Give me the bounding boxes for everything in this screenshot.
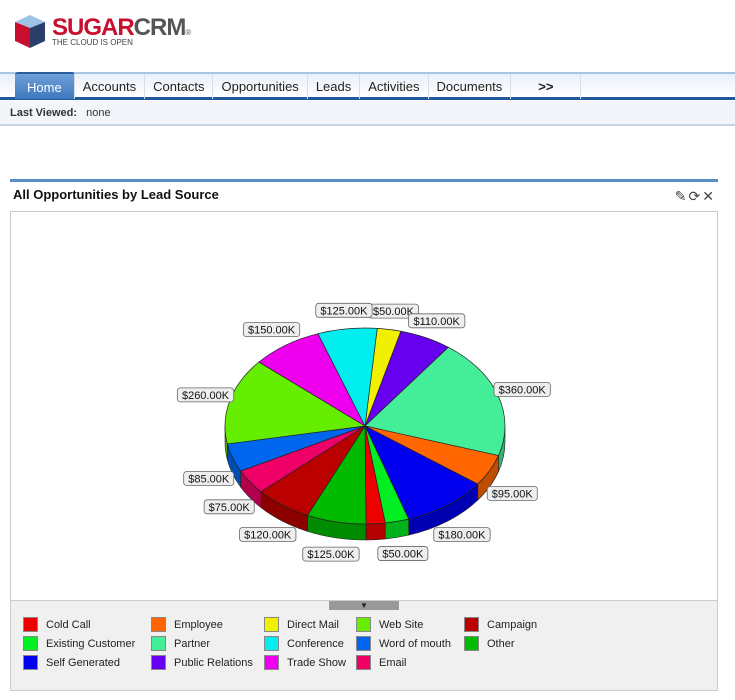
data-label: $110.00K <box>414 316 461 328</box>
legend-label: Partner <box>174 637 211 650</box>
logo-crm: CRM <box>133 14 187 41</box>
legend-swatch <box>356 617 371 632</box>
tab-accounts[interactable]: Accounts <box>75 74 146 99</box>
data-label: $360.00K <box>499 384 547 396</box>
data-label: $260.00K <box>182 390 230 402</box>
legend-swatch <box>356 636 371 651</box>
legend-item: Direct Mail <box>264 617 339 632</box>
tab-activities[interactable]: Activities <box>360 74 429 99</box>
pie-chart: $50.00K$110.00K$360.00K$95.00K$180.00K$5… <box>176 302 551 562</box>
legend-item: Word of mouth <box>356 636 451 651</box>
refresh-icon[interactable]: ⟳ <box>689 188 701 205</box>
legend-item: Self Generated <box>23 655 120 670</box>
legend-label: Cold Call <box>46 618 91 631</box>
legend-swatch <box>23 655 38 670</box>
data-label: $75.00K <box>209 502 251 514</box>
dashlet-title: All Opportunities by Lead Source <box>13 187 219 202</box>
chart-legend: ▼ Cold Call Employee Direct Mail Web Site Ca… <box>11 600 717 690</box>
legend-label: Employee <box>174 618 223 631</box>
legend-label: Other <box>487 637 515 650</box>
legend-item: Campaign <box>464 617 537 632</box>
legend-swatch <box>264 617 279 632</box>
tab-home[interactable]: Home <box>15 72 75 99</box>
close-icon[interactable]: ✕ <box>702 188 714 205</box>
legend-label: Self Generated <box>46 656 120 669</box>
data-label: $125.00K <box>320 305 368 317</box>
legend-swatch <box>23 617 38 632</box>
data-label: $125.00K <box>307 549 355 561</box>
legend-item: Web Site <box>356 617 423 632</box>
data-label: $180.00K <box>438 530 486 542</box>
data-label: $50.00K <box>382 549 424 561</box>
legend-swatch <box>464 617 479 632</box>
edit-icon[interactable]: ✎ <box>675 188 687 205</box>
legend-swatch <box>264 636 279 651</box>
legend-label: Direct Mail <box>287 618 339 631</box>
legend-swatch <box>356 655 371 670</box>
legend-item: Existing Customer <box>23 636 135 651</box>
main-nav: Home Accounts Contacts Opportunities Leads Ac… <box>0 72 735 100</box>
last-viewed-label: Last Viewed: <box>10 107 78 119</box>
chart-area: $50.00K $110.00K $360.00K $95.00K $180.00K $5… <box>10 211 718 691</box>
legend-swatch <box>151 617 166 632</box>
tab-more[interactable]: >> <box>511 74 582 99</box>
legend-label: Conference <box>287 637 344 650</box>
tab-contacts[interactable]: Contacts <box>145 74 214 99</box>
legend-label: Web Site <box>379 618 424 631</box>
tab-opportunities[interactable]: Opportunities <box>213 74 308 99</box>
data-label: $95.00K <box>492 488 534 500</box>
last-viewed-value: none <box>86 107 111 119</box>
legend-label: Email <box>379 656 407 669</box>
legend-label: Campaign <box>487 618 538 631</box>
legend-item: Conference <box>264 636 344 651</box>
dashlet: All Opportunities by Lead Source ✎ ⟳ ✕ $… <box>10 179 718 691</box>
legend-item: Employee <box>151 617 223 632</box>
legend-swatch <box>151 655 166 670</box>
data-label: $150.00K <box>248 325 296 337</box>
legend-item: Cold Call <box>23 617 91 632</box>
legend-item: Other <box>464 636 515 651</box>
legend-label: Existing Customer <box>46 637 136 650</box>
legend-label: Word of mouth <box>379 637 451 650</box>
last-viewed-bar: Last Viewed: none <box>0 101 735 126</box>
legend-label: Public Relations <box>174 656 253 669</box>
legend-swatch <box>464 636 479 651</box>
legend-item: Public Relations <box>151 655 253 670</box>
legend-toggle-handle[interactable]: ▼ <box>329 601 399 610</box>
legend-swatch <box>151 636 166 651</box>
logo-sugar: SUGAR <box>52 14 135 41</box>
data-label: $120.00K <box>244 529 292 541</box>
legend-swatch <box>23 636 38 651</box>
data-label: $85.00K <box>188 473 230 485</box>
logo-cube-icon <box>15 15 45 48</box>
tab-documents[interactable]: Documents <box>429 74 512 99</box>
legend-item: Trade Show <box>264 655 346 670</box>
logo-reg: ® <box>185 28 192 37</box>
legend-item: Partner <box>151 636 210 651</box>
tab-leads[interactable]: Leads <box>308 74 361 99</box>
legend-label: Trade Show <box>287 656 346 669</box>
legend-item: Email <box>356 655 407 670</box>
pie-slice-side <box>365 522 386 541</box>
sugarcrm-logo[interactable]: SUGARCRM® THE CLOUD IS OPEN <box>15 15 191 48</box>
legend-swatch <box>264 655 279 670</box>
